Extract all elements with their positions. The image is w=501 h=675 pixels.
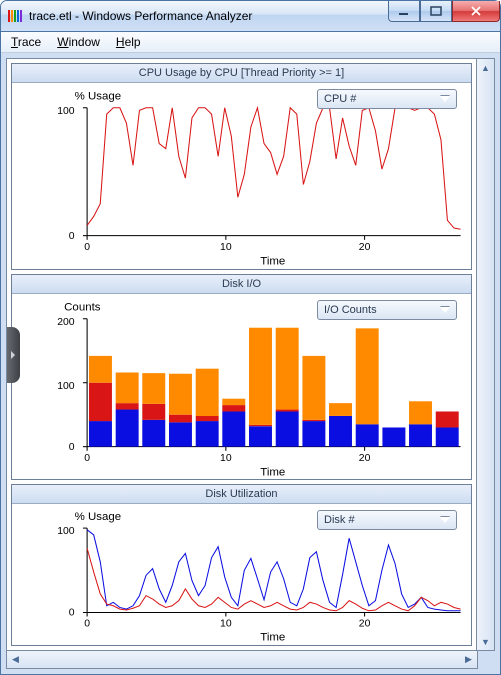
panel-disk-utilization: Disk Utilization % Usage 100 0 0 10 20 T… [11,484,472,646]
svg-text:20: 20 [359,619,371,630]
scroll-left-button[interactable]: ◀ [7,651,24,668]
svg-text:0: 0 [84,619,90,630]
scroll-up-button[interactable]: ▲ [477,59,494,76]
svg-text:0: 0 [69,608,75,619]
panel-title: CPU Usage by CPU [Thread Priority >= 1] [12,64,471,83]
y-axis-label: % Usage [75,512,122,524]
panel-title: Disk Utilization [12,485,471,504]
svg-text:100: 100 [57,381,75,392]
svg-text:10: 10 [220,453,232,464]
titlebar[interactable]: trace.etl - Windows Performance Analyzer [1,1,500,32]
cpu-series-line [87,108,460,230]
app-icon [7,8,23,24]
x-axis-label: Time [260,256,285,268]
horizontal-scrollbar[interactable]: ◀ ▶ [6,651,478,669]
svg-text:10: 10 [220,619,232,630]
scroll-down-button[interactable]: ▼ [477,633,494,650]
close-button[interactable] [452,1,500,22]
x-axis-label: Time [260,632,285,644]
panel-cpu-usage: CPU Usage by CPU [Thread Priority >= 1] … [11,63,472,270]
svg-text:100: 100 [57,106,75,117]
chevron-down-icon [440,517,450,523]
y-axis-label: % Usage [75,91,122,103]
svg-text:20: 20 [359,453,371,464]
disk1-series-line [87,549,460,611]
x-axis-label: Time [260,466,285,478]
svg-text:10: 10 [220,242,232,253]
window-title: trace.etl - Windows Performance Analyzer [29,9,252,23]
app-window: trace.etl - Windows Performance Analyzer… [0,0,501,675]
cpu-chart[interactable]: % Usage 100 0 0 10 20 Time [12,83,471,269]
svg-text:100: 100 [57,527,75,538]
menubar: Trace Window Help [1,32,500,53]
diskio-chart[interactable]: Counts 200 100 0 0 10 20 Time [12,294,471,480]
panel-title: Disk I/O [12,275,471,294]
minimize-button[interactable] [388,1,420,22]
diskutil-legend-dropdown[interactable]: Disk # [317,510,457,530]
window-controls [388,1,500,22]
svg-text:0: 0 [84,242,90,253]
svg-text:0: 0 [69,441,75,452]
panel-disk-io: Disk I/O Counts 200 100 0 0 10 20 [11,274,472,481]
y-axis-label: Counts [64,301,101,313]
client-area: CPU Usage by CPU [Thread Priority >= 1] … [1,53,500,674]
diskio-bars [89,327,459,446]
diskio-legend-dropdown[interactable]: I/O Counts [317,300,457,320]
menu-trace[interactable]: Trace [3,32,49,52]
panels-container: CPU Usage by CPU [Thread Priority >= 1] … [6,58,477,651]
svg-text:200: 200 [57,317,75,328]
menu-window[interactable]: Window [49,32,108,52]
chevron-down-icon [440,96,450,102]
maximize-button[interactable] [420,1,452,22]
disk0-series-line [87,530,460,611]
svg-text:0: 0 [84,453,90,464]
menu-help[interactable]: Help [108,32,149,52]
scroll-right-button[interactable]: ▶ [460,651,477,668]
svg-text:0: 0 [69,231,75,242]
svg-text:20: 20 [359,242,371,253]
chevron-down-icon [440,307,450,313]
cpu-legend-dropdown[interactable]: CPU # [317,89,457,109]
vertical-scrollbar[interactable]: ▲ ▼ [477,58,495,651]
